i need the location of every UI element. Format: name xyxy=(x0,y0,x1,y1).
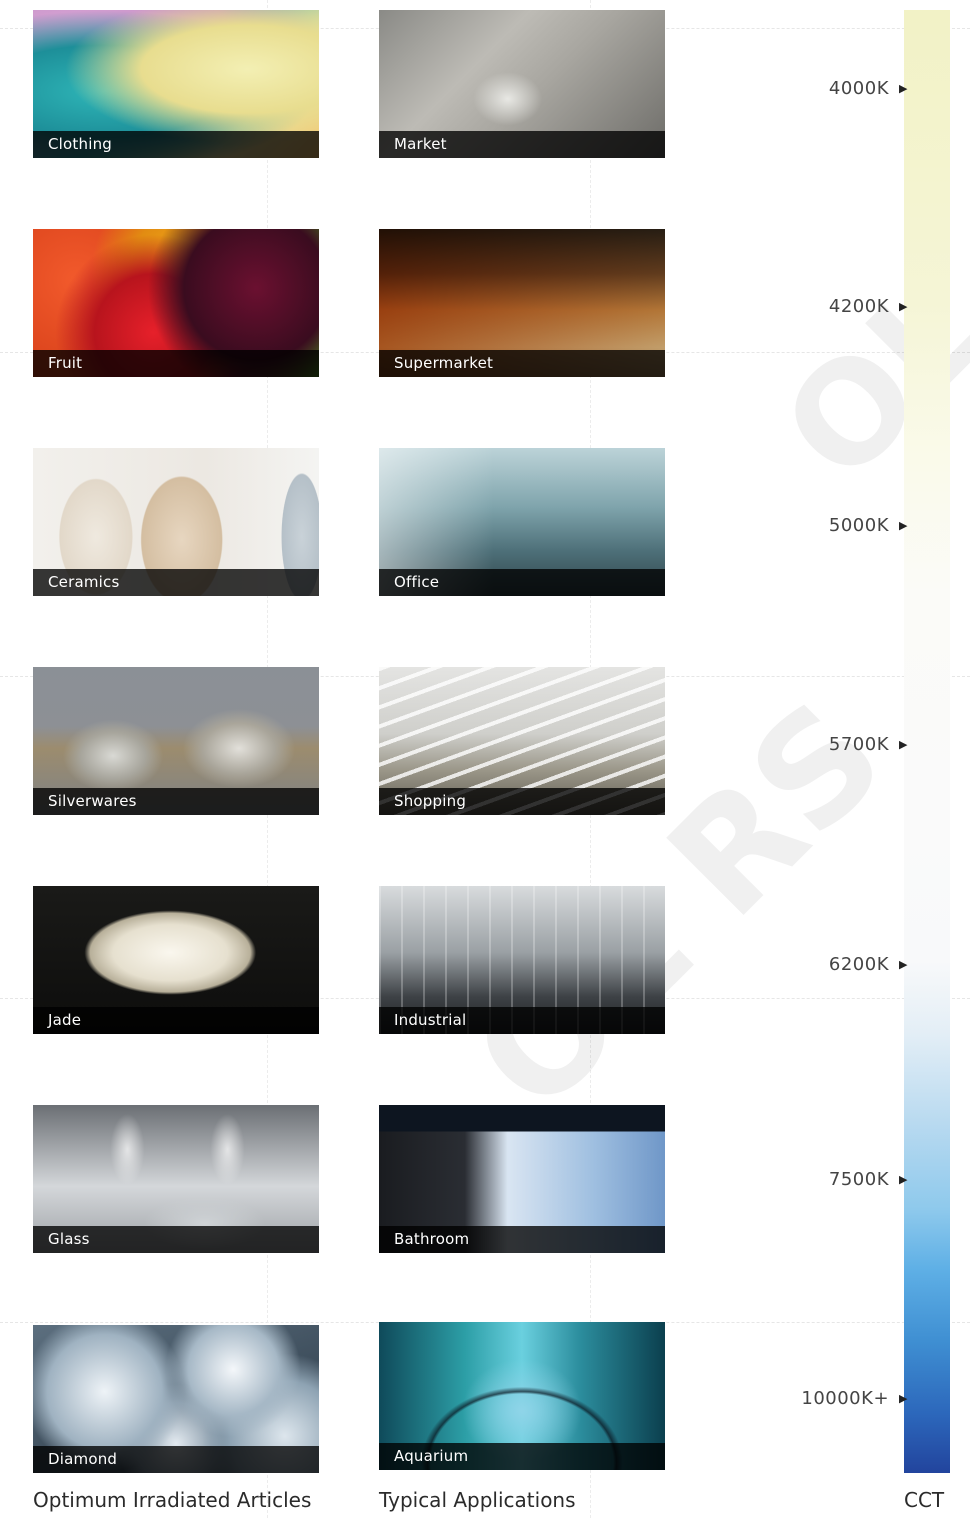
articles-heading: Optimum Irradiated Articles xyxy=(33,1488,312,1512)
cct-tick-label: 5700K xyxy=(828,734,890,755)
article-tile-ceramics[interactable]: Ceramics xyxy=(33,448,319,596)
triangle-right-icon: ▶ xyxy=(899,738,908,751)
application-tile-office[interactable]: Office xyxy=(379,448,665,596)
article-tile-glass[interactable]: Glass xyxy=(33,1105,319,1253)
application-label: Industrial xyxy=(379,1007,665,1034)
article-label: Clothing xyxy=(33,131,319,158)
application-tile-aquarium[interactable]: Aquarium xyxy=(379,1322,665,1470)
application-tile-industrial[interactable]: Industrial xyxy=(379,886,665,1034)
cct-gradient-bar xyxy=(904,10,950,1473)
applications-heading: Typical Applications xyxy=(379,1488,576,1512)
article-tile-jade[interactable]: Jade xyxy=(33,886,319,1034)
cct-tick-label: 10000K+ xyxy=(801,1388,890,1409)
cct-tick-label: 6200K xyxy=(828,954,890,975)
application-tile-supermarket[interactable]: Supermarket xyxy=(379,229,665,377)
application-tile-bathroom[interactable]: Bathroom xyxy=(379,1105,665,1253)
cct-tick: 5000K ▶ xyxy=(829,515,908,536)
triangle-right-icon: ▶ xyxy=(899,1392,908,1405)
cct-heading: CCT xyxy=(904,1488,945,1512)
cct-tick: 6200K ▶ xyxy=(829,954,908,975)
triangle-right-icon: ▶ xyxy=(899,82,908,95)
triangle-right-icon: ▶ xyxy=(899,519,908,532)
article-label: Ceramics xyxy=(33,569,319,596)
cct-tick: 7500K ▶ xyxy=(829,1169,908,1190)
cct-tick-label: 4200K xyxy=(828,296,890,317)
application-label: Supermarket xyxy=(379,350,665,377)
cct-tick: 4200K ▶ xyxy=(829,296,908,317)
application-label: Shopping xyxy=(379,788,665,815)
cct-tick-label: 4000K xyxy=(828,78,890,99)
cct-tick-label: 7500K xyxy=(828,1169,890,1190)
triangle-right-icon: ▶ xyxy=(899,300,908,313)
cct-tick: 5700K ▶ xyxy=(829,734,908,755)
article-tile-fruit[interactable]: Fruit xyxy=(33,229,319,377)
cct-tick-label: 5000K xyxy=(828,515,890,536)
application-tile-market[interactable]: Market xyxy=(379,10,665,158)
article-tile-diamond[interactable]: Diamond xyxy=(33,1325,319,1473)
application-label: Office xyxy=(379,569,665,596)
article-label: Silverwares xyxy=(33,788,319,815)
article-label: Jade xyxy=(33,1007,319,1034)
article-tile-silverwares[interactable]: Silverwares xyxy=(33,667,319,815)
application-tile-shopping[interactable]: Shopping xyxy=(379,667,665,815)
application-label: Market xyxy=(379,131,665,158)
application-label: Aquarium xyxy=(379,1443,665,1470)
article-label: Glass xyxy=(33,1226,319,1253)
article-label: Diamond xyxy=(33,1446,319,1473)
cct-tick: 10000K+ ▶ xyxy=(801,1388,908,1409)
article-tile-clothing[interactable]: Clothing xyxy=(33,10,319,158)
application-label: Bathroom xyxy=(379,1226,665,1253)
cct-tick: 4000K ▶ xyxy=(829,78,908,99)
triangle-right-icon: ▶ xyxy=(899,1173,908,1186)
article-label: Fruit xyxy=(33,350,319,377)
triangle-right-icon: ▶ xyxy=(899,958,908,971)
